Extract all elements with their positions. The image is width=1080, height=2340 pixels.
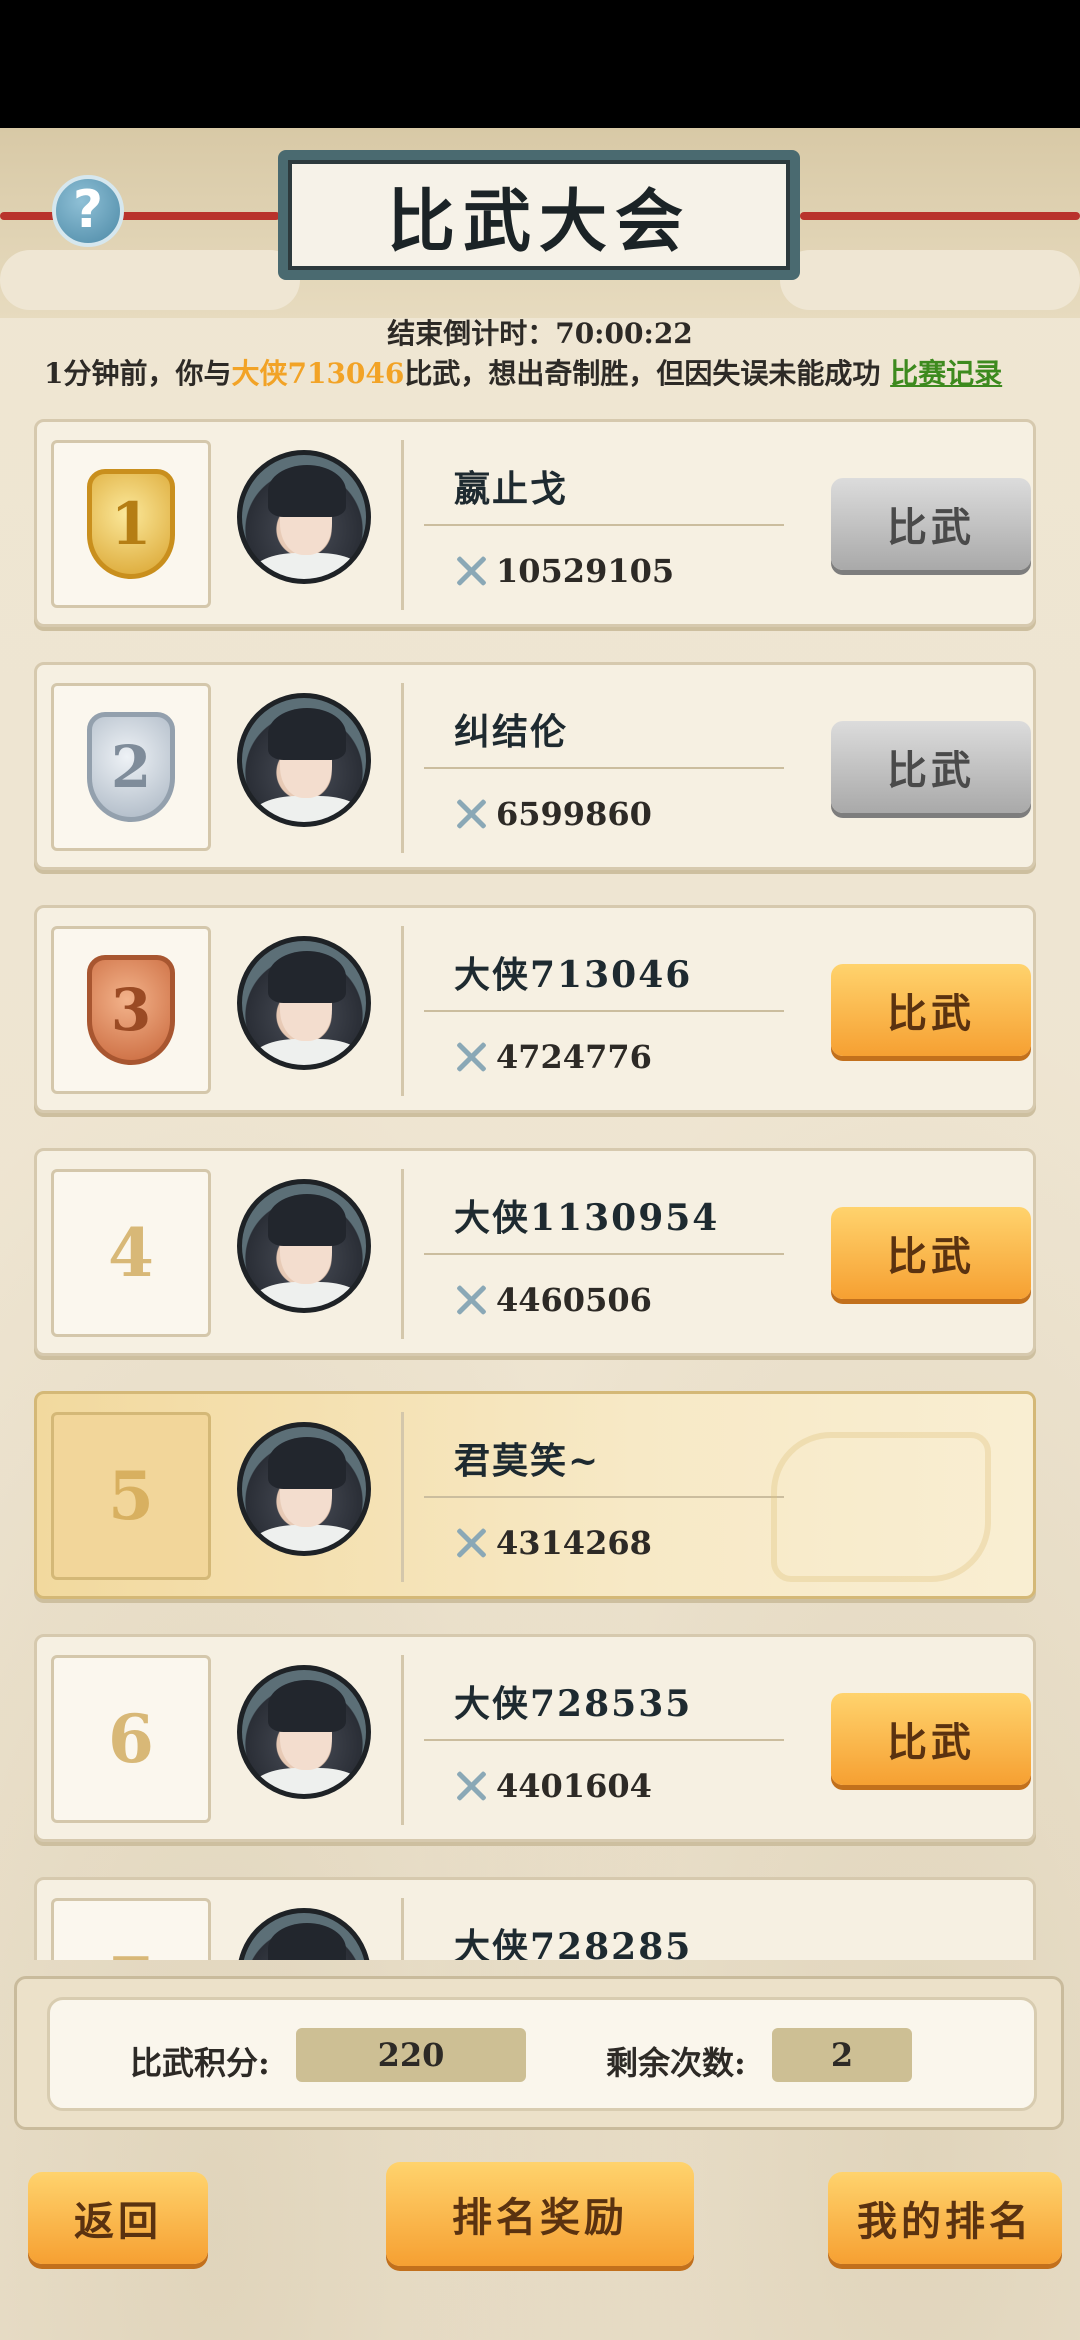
help-button[interactable]: ? (52, 175, 124, 247)
cloud-decoration (771, 1432, 991, 1582)
rank-badge: 2 (51, 683, 211, 851)
notice-opponent: 大侠713046 (231, 357, 405, 390)
player-name: 大侠728285 (454, 1926, 693, 1960)
duel-button[interactable]: 比武 (831, 478, 1031, 570)
combat-power-value: 6599860 (496, 795, 652, 833)
ranking-row: 4 大侠1130954 4460506 比武 (34, 1148, 1036, 1356)
rank-number: 4 (108, 1214, 154, 1292)
divider (424, 767, 784, 769)
header-cloud (780, 250, 1080, 310)
gold-medal-icon: 1 (87, 469, 175, 579)
ranking-row: 7 大侠728285 (34, 1877, 1036, 1960)
rank-badge: 4 (51, 1169, 211, 1337)
player-name: 君莫笑~ (454, 1440, 601, 1482)
silver-medal-icon: 2 (87, 712, 175, 822)
countdown-label: 结束倒计时： (387, 317, 556, 350)
question-icon: ? (72, 180, 104, 240)
back-button[interactable]: 返回 (28, 2172, 208, 2264)
duel-button[interactable]: 比武 (831, 1207, 1031, 1299)
combat-power: 4724776 (454, 1038, 652, 1076)
duel-button[interactable]: 比武 (831, 964, 1031, 1056)
player-avatar[interactable] (237, 1908, 371, 1960)
divider (424, 1253, 784, 1255)
combat-power: 6599860 (454, 795, 652, 833)
duel-button[interactable]: 比武 (831, 1693, 1031, 1785)
rank-badge: 5 (51, 1412, 211, 1580)
combat-power: 10529105 (454, 552, 674, 590)
player-info: 大侠713046 4724776 比武 (401, 926, 1031, 1096)
rank-badge: 7 (51, 1898, 211, 1960)
title-plaque: 比武大会 (278, 150, 800, 280)
crossed-swords-icon (454, 554, 488, 588)
ranking-row: 6 大侠728535 4401604 比武 (34, 1634, 1036, 1842)
rank-number: 5 (108, 1457, 154, 1535)
rank-number: 7 (108, 1943, 154, 1960)
crossed-swords-icon (454, 797, 488, 831)
rank-badge: 1 (51, 440, 211, 608)
duel-button[interactable]: 比武 (831, 721, 1031, 813)
divider (424, 1739, 784, 1741)
rank-number: 6 (108, 1700, 154, 1778)
countdown: 结束倒计时：70:00:22 (0, 312, 1080, 352)
player-avatar[interactable] (237, 1179, 371, 1313)
rank-badge: 3 (51, 926, 211, 1094)
crossed-swords-icon (454, 1526, 488, 1560)
status-bar (0, 0, 1080, 128)
countdown-value: 70:00:22 (555, 317, 693, 350)
player-info: 大侠728535 4401604 比武 (401, 1655, 1031, 1825)
crossed-swords-icon (454, 1040, 488, 1074)
combat-power-value: 4401604 (496, 1767, 652, 1805)
combat-power-value: 4460506 (496, 1281, 652, 1319)
player-name: 大侠713046 (454, 954, 693, 996)
rank-badge: 6 (51, 1655, 211, 1823)
notice-suffix: 比武，想出奇制胜，但因失误未能成功 (404, 357, 881, 390)
points-label: 比武积分: (130, 2044, 270, 2082)
combat-power-value: 4314268 (496, 1524, 652, 1562)
ranking-rewards-button[interactable]: 排名奖励 (386, 2162, 694, 2266)
player-avatar[interactable] (237, 1665, 371, 1799)
bronze-medal-icon: 3 (87, 955, 175, 1065)
ranking-row: 1 嬴止戈 10529105 比武 (34, 419, 1036, 627)
player-info: 大侠728285 (401, 1898, 1021, 1960)
combat-power-value: 10529105 (496, 552, 675, 590)
header-rope (800, 212, 1080, 220)
header-rope (0, 212, 280, 220)
ranking-row: 3 大侠713046 4724776 比武 (34, 905, 1036, 1113)
player-name: 纠结伦 (454, 711, 569, 753)
remaining-value: 2 (772, 2028, 912, 2082)
divider (424, 1010, 784, 1012)
notice-prefix: 1分钟前，你与 (44, 357, 232, 390)
divider (424, 1496, 784, 1498)
player-info: 君莫笑~ 4314268 (401, 1412, 1021, 1582)
ranking-row: 5 君莫笑~ 4314268 (34, 1391, 1036, 1599)
player-name: 嬴止戈 (454, 468, 569, 510)
match-record-link[interactable]: 比赛记录 (890, 357, 1002, 390)
combat-power-value: 4724776 (496, 1038, 652, 1076)
score-panel: 比武积分: 220 剩余次数: 2 (14, 1976, 1064, 2130)
player-name: 大侠1130954 (454, 1197, 720, 1239)
combat-power: 4314268 (454, 1524, 652, 1562)
page-title: 比武大会 (386, 181, 691, 262)
divider (424, 524, 784, 526)
remaining-label: 剩余次数: (606, 2044, 746, 2082)
ranking-row: 2 纠结伦 6599860 比武 (34, 662, 1036, 870)
battle-notice: 1分钟前，你与大侠713046比武，想出奇制胜，但因失误未能成功 比赛记录 (44, 352, 1044, 392)
my-rank-button[interactable]: 我的排名 (828, 2172, 1062, 2264)
player-avatar[interactable] (237, 1422, 371, 1556)
player-info: 大侠1130954 4460506 比武 (401, 1169, 1031, 1339)
combat-power: 4460506 (454, 1281, 652, 1319)
player-info: 纠结伦 6599860 比武 (401, 683, 1031, 853)
ranking-list[interactable]: 1 嬴止戈 10529105 比武 2 纠结伦 6599860 比武 3 大侠713046 4724… (0, 415, 1080, 1960)
crossed-swords-icon (454, 1283, 488, 1317)
player-name: 大侠728535 (454, 1683, 693, 1725)
player-avatar[interactable] (237, 693, 371, 827)
points-value: 220 (296, 2028, 526, 2082)
player-avatar[interactable] (237, 450, 371, 584)
player-info: 嬴止戈 10529105 比武 (401, 440, 1031, 610)
header-cloud (0, 250, 300, 310)
crossed-swords-icon (454, 1769, 488, 1803)
combat-power: 4401604 (454, 1767, 652, 1805)
player-avatar[interactable] (237, 936, 371, 1070)
